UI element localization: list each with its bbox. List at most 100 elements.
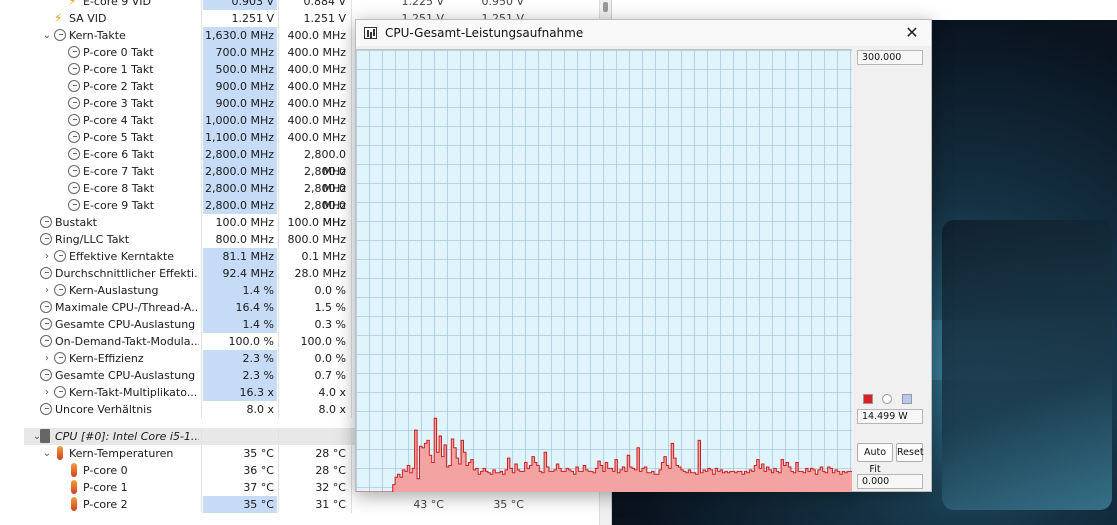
column-divider xyxy=(351,282,352,299)
sensor-row[interactable]: P-core 2 35 °C 31 °C 43 °C 35 °C xyxy=(24,496,600,513)
sensor-current-value: 0.903 V xyxy=(203,0,277,10)
scrollbar-thumb[interactable] xyxy=(603,2,608,12)
background-strip xyxy=(612,0,1117,20)
column-divider xyxy=(351,462,352,479)
sensor-min-value: 100.0 % xyxy=(300,335,346,348)
column-divider xyxy=(201,0,202,10)
sensor-avg-value: 0.950 V xyxy=(481,0,524,8)
column-divider xyxy=(201,428,202,445)
sensor-min-value: 400.0 MHz xyxy=(287,63,346,76)
sensor-current-value: 36 °C xyxy=(243,464,274,477)
thermometer-icon xyxy=(71,497,77,511)
column-divider xyxy=(201,248,202,265)
min-color-swatch[interactable] xyxy=(902,394,912,404)
thermometer-icon xyxy=(57,446,63,460)
chevron-right-icon[interactable]: › xyxy=(42,248,52,265)
sensor-name: Kern-Effizienz xyxy=(69,352,144,365)
column-divider xyxy=(201,180,202,197)
sensor-min-value: 0.7 % xyxy=(314,369,346,382)
column-divider xyxy=(278,401,279,418)
sensor-name: P-core 2 xyxy=(83,498,128,511)
column-divider xyxy=(201,299,202,316)
column-divider xyxy=(351,197,352,214)
sensor-name: Kern-Auslastung xyxy=(69,284,159,297)
sensor-min-value: 400.0 MHz xyxy=(287,29,346,42)
sensor-name: P-core 1 xyxy=(83,481,128,494)
clock-icon xyxy=(40,267,52,279)
column-divider xyxy=(278,78,279,95)
sensor-current-value: 1,100.0 MHz xyxy=(203,129,277,146)
current-value-label: 14.499 W xyxy=(857,409,923,424)
auto-fit-button[interactable]: Auto Fit xyxy=(857,443,893,475)
column-divider xyxy=(201,350,202,367)
column-divider xyxy=(351,333,352,350)
sensor-row[interactable]: ⚡ E-core 9 VID 0.903 V 0.884 V 1.225 V 0.950 … xyxy=(24,0,600,10)
clock-icon xyxy=(40,318,52,330)
sensor-name: P-core 4 Takt xyxy=(83,114,154,127)
sensor-min-value: 8.0 x xyxy=(318,403,347,416)
clock-icon xyxy=(68,80,80,92)
sensor-min-value: 0.1 MHz xyxy=(301,250,346,263)
sensor-current-value xyxy=(203,428,277,445)
wallpaper-shape xyxy=(942,220,1112,510)
column-divider xyxy=(278,180,279,197)
graph-plot-area xyxy=(356,49,852,492)
column-divider xyxy=(351,180,352,197)
column-divider xyxy=(351,44,352,61)
column-divider xyxy=(278,44,279,61)
column-divider xyxy=(351,384,352,401)
sensor-name: CPU [#0]: Intel Core i5-1... xyxy=(55,430,199,443)
column-divider xyxy=(201,367,202,384)
column-divider xyxy=(201,462,202,479)
column-divider xyxy=(351,27,352,44)
sensor-current-value: 1.4 % xyxy=(203,316,277,333)
chevron-right-icon[interactable]: › xyxy=(42,350,52,367)
sensor-name: Ring/LLC Takt xyxy=(55,233,130,246)
column-divider xyxy=(201,265,202,282)
clock-icon xyxy=(54,29,66,41)
column-divider xyxy=(201,479,202,496)
avg-color-swatch[interactable] xyxy=(882,394,892,404)
column-divider xyxy=(278,316,279,333)
graph-window[interactable]: CPU-Gesamt-Leistungsaufnahme ✕ 300.000 1… xyxy=(355,19,932,492)
chevron-right-icon[interactable]: › xyxy=(42,384,52,401)
sensor-name: P-core 2 Takt xyxy=(83,80,154,93)
sensor-name: Kern-Temperaturen xyxy=(69,447,174,460)
sensor-name: E-core 9 Takt xyxy=(83,199,155,212)
close-icon[interactable]: ✕ xyxy=(899,20,925,46)
sensor-max-value: 43 °C xyxy=(413,498,444,511)
chevron-right-icon[interactable]: › xyxy=(42,282,52,299)
clock-icon xyxy=(54,250,66,262)
sensor-current-value: 2,800.0 MHz xyxy=(203,163,277,180)
column-divider xyxy=(278,462,279,479)
column-divider xyxy=(278,112,279,129)
sensor-min-value: 400.0 MHz xyxy=(287,97,346,110)
line-color-swatch[interactable] xyxy=(863,394,873,404)
column-divider xyxy=(278,0,279,10)
sensor-current-value: 700.0 MHz xyxy=(203,44,277,61)
column-divider xyxy=(351,299,352,316)
column-divider xyxy=(351,95,352,112)
column-divider xyxy=(278,95,279,112)
column-divider xyxy=(278,299,279,316)
column-divider xyxy=(201,214,202,231)
sensor-name: On-Demand-Takt-Modula... xyxy=(55,335,199,348)
sensor-current-value: 35 °C xyxy=(243,447,274,460)
column-divider xyxy=(278,61,279,78)
clock-icon xyxy=(68,148,80,160)
column-divider xyxy=(201,129,202,146)
column-divider xyxy=(351,231,352,248)
reset-button[interactable]: Reset xyxy=(896,443,924,462)
sensor-min-value: 2,800.0 MHz xyxy=(304,199,346,229)
chevron-down-icon[interactable]: ⌄ xyxy=(42,27,52,44)
column-divider xyxy=(278,428,279,445)
clock-icon xyxy=(54,284,66,296)
graph-titlebar[interactable]: CPU-Gesamt-Leistungsaufnahme ✕ xyxy=(356,20,931,46)
clock-icon xyxy=(68,97,80,109)
clock-icon xyxy=(54,352,66,364)
chevron-down-icon[interactable]: ⌄ xyxy=(42,445,52,462)
clock-icon xyxy=(68,199,80,211)
sensor-current-value: 2,800.0 MHz xyxy=(203,197,277,214)
column-divider xyxy=(351,265,352,282)
clock-icon xyxy=(40,369,52,381)
